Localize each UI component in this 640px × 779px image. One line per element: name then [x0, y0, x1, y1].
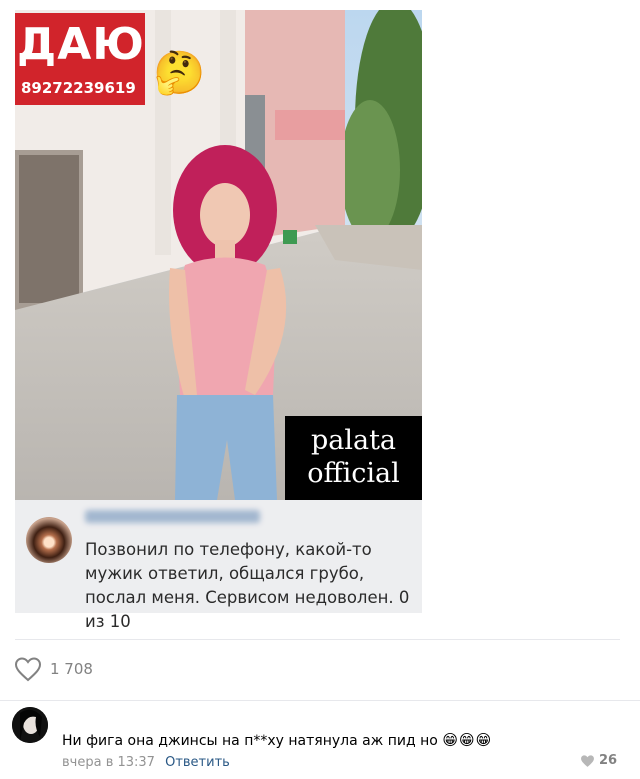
reviewer-name-blurred [85, 510, 260, 523]
watermark-line2: official [307, 458, 400, 489]
watermark-line1: palata [310, 425, 397, 456]
comments-divider [0, 700, 640, 701]
reviewer-avatar [26, 517, 72, 563]
sign-text: ДАЮ [17, 19, 145, 70]
post-divider [15, 639, 620, 640]
sign-phone: 89272239619 [21, 79, 136, 97]
comment-time[interactable]: вчера в 13:37 [62, 755, 155, 770]
review-card: Позвонил по телефону, какой-то мужик отв… [15, 500, 422, 631]
comment-like-button[interactable]: 26 [580, 753, 617, 768]
post-photo[interactable]: ДАЮ 89272239619 🤔 palata official [15, 10, 422, 500]
comment-meta: вчера в 13:37 Ответить [62, 755, 230, 770]
like-button[interactable]: 1 708 [14, 656, 93, 682]
watermark: palata official [285, 416, 422, 500]
grinning-emoji: 😁😁😁 [442, 731, 493, 749]
heart-filled-icon [581, 754, 594, 767]
commenter-avatar[interactable] [12, 707, 48, 743]
thinking-emoji-sticker: 🤔 [153, 49, 206, 96]
shop-sign: ДАЮ 89272239619 [15, 13, 145, 105]
reply-link[interactable]: Ответить [165, 755, 230, 770]
comment-body: Ни фига она джинсы на п**ху натянула аж … [62, 733, 438, 749]
review-text: Позвонил по телефону, какой-то мужик отв… [85, 540, 410, 631]
comment-like-count: 26 [599, 753, 618, 768]
comment-text: Ни фига она джинсы на п**ху натянула аж … [62, 731, 492, 749]
heart-outline-icon [14, 657, 42, 682]
like-count: 1 708 [50, 660, 93, 678]
